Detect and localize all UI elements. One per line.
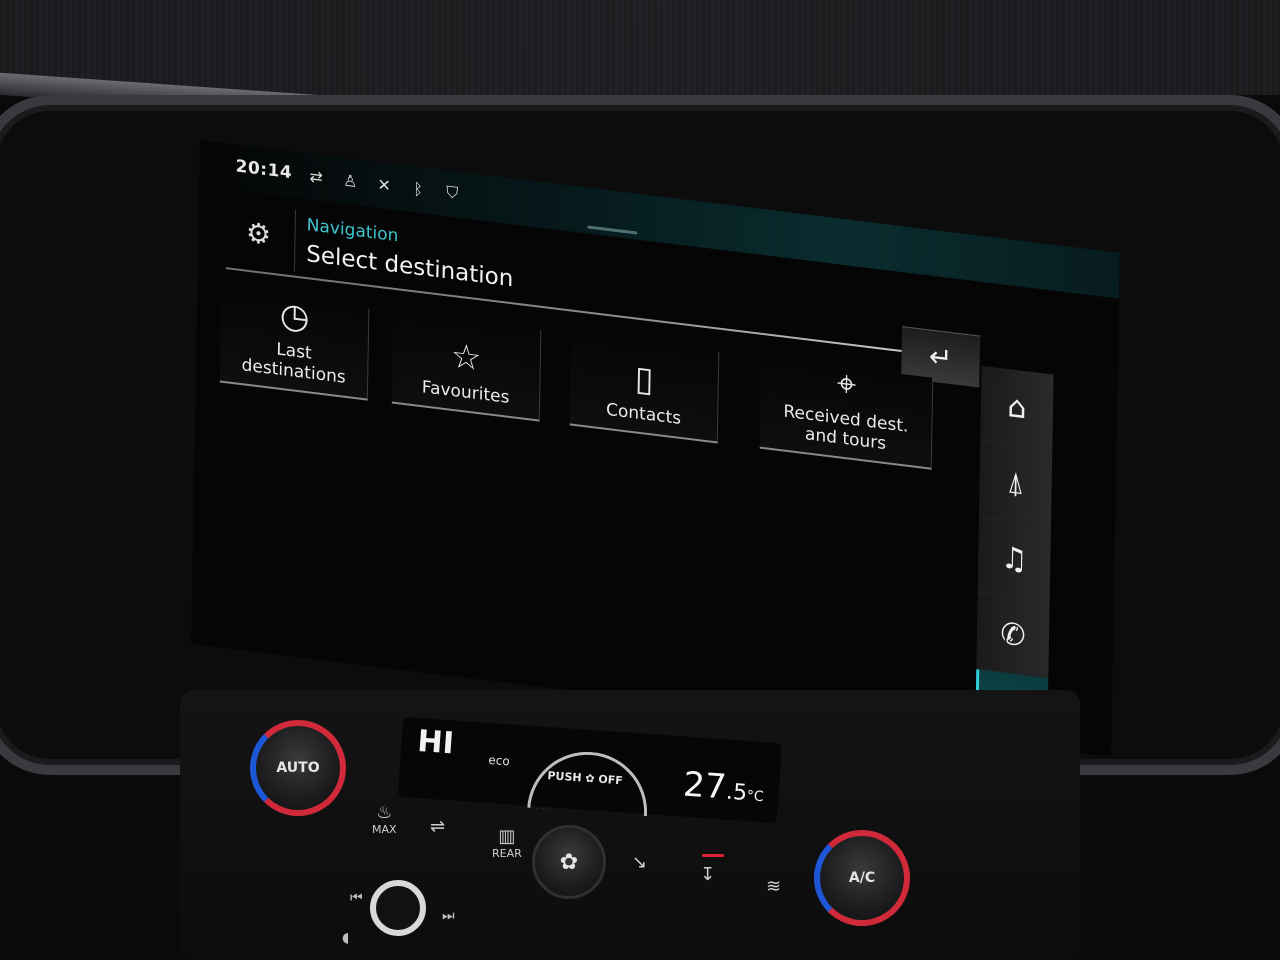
page-title: Select destination bbox=[305, 241, 514, 293]
rail-media-button[interactable]: ♫ bbox=[977, 517, 1051, 603]
push-label: PUSH bbox=[547, 769, 583, 785]
header-divider bbox=[293, 209, 296, 272]
temp-decimal: .5 bbox=[725, 779, 748, 806]
fan-icon: ✿ bbox=[584, 771, 596, 786]
car-recirculation-icon: ⇌ bbox=[430, 816, 446, 837]
music-note-icon: ♫ bbox=[1000, 540, 1029, 579]
air-feet-button[interactable]: ↧ bbox=[700, 864, 715, 885]
section-label: Navigation bbox=[306, 215, 399, 247]
next-track-icon[interactable]: ⏭ bbox=[442, 908, 455, 924]
fan-speed-knob[interactable]: ✿ bbox=[532, 825, 606, 899]
tile-favourites[interactable]: ☆ Favourites bbox=[391, 311, 542, 422]
rail-phone-button[interactable]: ✆ bbox=[976, 593, 1050, 679]
tile-label: Favourites bbox=[421, 377, 510, 408]
air-windscreen-button[interactable]: ≋ bbox=[766, 876, 781, 897]
star-icon: ☆ bbox=[450, 335, 482, 380]
settings-gear-icon[interactable]: ⚙ bbox=[238, 211, 279, 256]
phone-icon: ✆ bbox=[1000, 616, 1026, 655]
location-shield-icon: ⛉ bbox=[446, 182, 459, 203]
lte-signal-icon: ⇄ bbox=[309, 165, 324, 187]
recirculation-button[interactable]: ⇌ bbox=[430, 816, 445, 837]
previous-track-icon[interactable]: ⏮ bbox=[350, 890, 363, 906]
rear-label: REAR bbox=[492, 847, 522, 860]
climate-lcd: HI eco PUSH ✿ OFF 27.5°C bbox=[397, 716, 783, 824]
car-dashboard: 20:14 ⇄ ♙ ✕ ᛒ ⛉ ⚙ Navigation Select dest… bbox=[0, 0, 1280, 960]
air-distribution-feet-icon: ↧ bbox=[700, 864, 716, 885]
air-distribution-face-icon: ↘ bbox=[632, 852, 648, 873]
person-icon: ♙ bbox=[342, 170, 358, 191]
air-feet-indicator bbox=[702, 854, 724, 857]
off-label: OFF bbox=[597, 772, 624, 788]
eco-label: eco bbox=[487, 752, 511, 769]
auto-label: AUTO bbox=[276, 760, 320, 776]
defrost-icon: ♨ bbox=[376, 802, 393, 823]
temp-main: 27 bbox=[681, 764, 728, 808]
tile-label: Contacts bbox=[605, 399, 682, 429]
fan-icon: ✿ bbox=[559, 849, 579, 875]
dashboard-top-texture bbox=[0, 0, 1280, 95]
clock-history-icon: ◷ bbox=[279, 294, 310, 339]
rail-radio-button[interactable]: ⍋ bbox=[978, 441, 1053, 527]
max-label: MAX bbox=[372, 823, 397, 836]
mute-icon[interactable]: ◖ bbox=[342, 930, 349, 946]
right-temperature-knob[interactable]: A/C bbox=[814, 830, 910, 926]
sound-muted-icon: ✕ bbox=[377, 174, 392, 195]
volume-knob[interactable] bbox=[370, 880, 426, 936]
max-defrost-button[interactable]: ♨ MAX bbox=[372, 802, 397, 836]
ac-label: A/C bbox=[848, 870, 876, 886]
tile-received-destinations[interactable]: ⌖ Received dest. and tours bbox=[759, 356, 934, 470]
rear-defrost-icon: ▥ bbox=[498, 826, 516, 847]
air-distribution-windscreen-icon: ≋ bbox=[766, 876, 782, 897]
right-temp-display: 27.5°C bbox=[682, 765, 766, 811]
temp-unit: °C bbox=[746, 788, 765, 806]
tile-contacts[interactable]: ▯ Contacts bbox=[569, 333, 720, 444]
back-arrow-icon: ↵ bbox=[928, 339, 953, 376]
air-face-button[interactable]: ↘ bbox=[632, 852, 647, 873]
left-temp-display: HI bbox=[416, 723, 455, 762]
rear-defrost-button[interactable]: ▥ REAR bbox=[492, 826, 522, 860]
radio-antenna-icon: ⍋ bbox=[1006, 464, 1025, 503]
contact-book-icon: ▯ bbox=[634, 358, 654, 401]
status-time: 20:14 bbox=[235, 156, 293, 184]
tile-last-destinations[interactable]: ◷ Last destinations bbox=[219, 290, 370, 401]
home-icon: ⌂ bbox=[1007, 389, 1027, 427]
rail-home-button[interactable]: ⌂ bbox=[980, 365, 1054, 451]
left-temperature-knob[interactable]: AUTO bbox=[250, 720, 346, 816]
location-pin-icon: ⌖ bbox=[836, 363, 857, 406]
bluetooth-icon: ᛒ bbox=[413, 178, 424, 199]
pull-down-handle[interactable] bbox=[587, 225, 638, 235]
climate-control-panel: AUTO HI eco PUSH ✿ OFF 27.5°C ♨ MAX ⇌ ▥ … bbox=[180, 690, 1080, 960]
